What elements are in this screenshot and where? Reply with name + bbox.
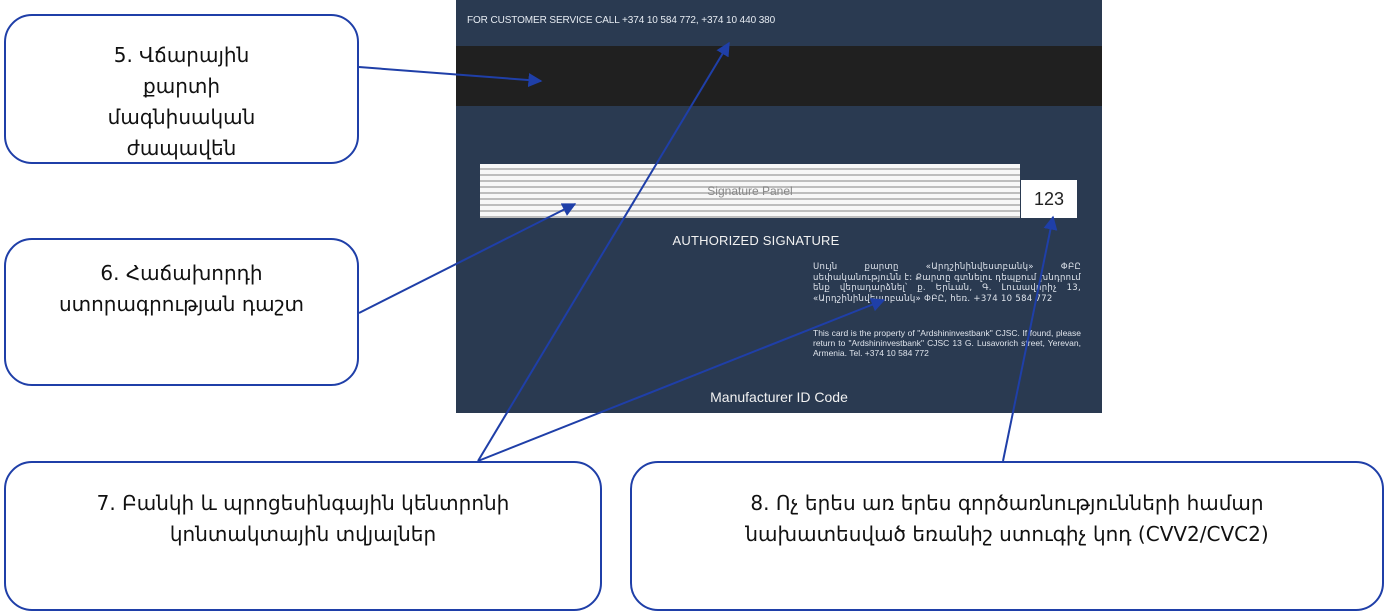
arrow-to-magnetic-stripe (358, 66, 543, 88)
arrow-to-service-line (477, 41, 730, 462)
arrow-to-contact-text (477, 298, 886, 462)
arrows-layer (358, 41, 1058, 462)
arrow-to-cvv (1002, 215, 1058, 462)
arrow-to-signature-panel (358, 203, 577, 314)
